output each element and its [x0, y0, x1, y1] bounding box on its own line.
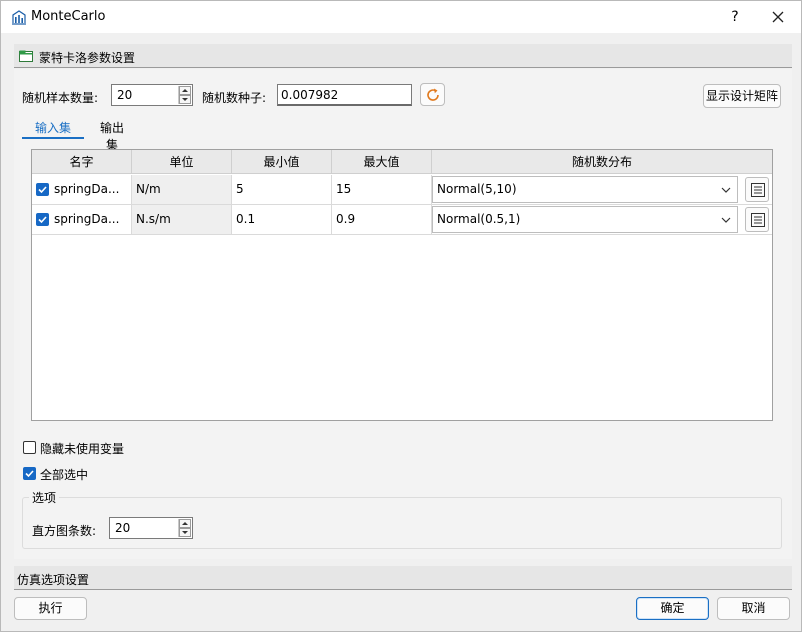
variables-table: 名字 单位 最小值 最大值 随机数分布 springDa... N/m 5 15 — [31, 149, 773, 421]
histogram-bins-value: 20 — [115, 521, 131, 535]
column-header-unit: 单位 — [132, 150, 232, 174]
row-checkbox[interactable] — [36, 183, 49, 196]
cancel-button[interactable]: 取消 — [717, 597, 790, 620]
distribution-select[interactable]: Normal(0.5,1) — [432, 206, 738, 233]
table-row[interactable]: springDa... N.s/m 0.1 0.9 Normal(0.5,1) — [32, 205, 772, 235]
select-all-label: 全部选中 — [40, 468, 89, 482]
cell-name: springDa... — [32, 175, 132, 204]
column-header-min: 最小值 — [232, 150, 332, 174]
distribution-select[interactable]: Normal(5,10) — [432, 176, 738, 203]
select-all-checkbox[interactable] — [23, 467, 36, 480]
ok-button[interactable]: 确定 — [636, 597, 709, 620]
section-header-simulation[interactable]: 仿真选项设置 — [14, 566, 792, 590]
close-icon — [772, 11, 784, 23]
sample-count-label: 随机样本数量: — [22, 91, 99, 105]
show-design-matrix-button[interactable]: 显示设计矩阵 — [703, 84, 781, 108]
cell-unit: N.s/m — [132, 205, 232, 234]
seed-input[interactable]: 0.007982 — [277, 84, 412, 106]
options-group: 选项 直方图条数: 20 — [22, 489, 782, 549]
help-button[interactable]: ? — [725, 7, 745, 27]
tab-output-set[interactable]: 输出集 — [84, 117, 140, 152]
sample-count-spinbox[interactable]: 20 — [111, 84, 193, 106]
cell-unit: N/m — [132, 175, 232, 204]
title-bar: MonteCarlo ? — [1, 1, 801, 33]
histogram-bins-label: 直方图条数: — [32, 524, 97, 538]
window-title: MonteCarlo — [31, 9, 106, 24]
cell-max[interactable]: 0.9 — [332, 205, 432, 234]
cell-min[interactable]: 5 — [232, 175, 332, 204]
options-group-title: 选项 — [29, 489, 60, 506]
distribution-value: Normal(5,10) — [437, 182, 517, 196]
cell-max[interactable]: 15 — [332, 175, 432, 204]
spin-down-icon[interactable] — [179, 528, 191, 537]
section-title-params: 蒙特卡洛参数设置 — [39, 51, 136, 65]
spin-down-icon[interactable] — [179, 95, 191, 104]
table-header: 名字 单位 最小值 最大值 随机数分布 — [32, 150, 772, 174]
hide-unused-checkbox[interactable] — [23, 441, 36, 454]
cell-min[interactable]: 0.1 — [232, 205, 332, 234]
folder-icon — [18, 48, 34, 64]
chevron-down-icon — [721, 187, 731, 193]
sample-count-value: 20 — [117, 88, 133, 102]
section-title-simulation: 仿真选项设置 — [17, 573, 90, 587]
montecarlo-dialog: MonteCarlo ? 蒙特卡洛参数设置 随机样本数量: 20 随机数种子: … — [0, 0, 802, 632]
spin-up-icon[interactable] — [179, 86, 191, 95]
distribution-detail-button[interactable] — [745, 177, 769, 202]
spin-up-icon[interactable] — [179, 519, 191, 528]
row-checkbox[interactable] — [36, 213, 49, 226]
params-panel: 随机样本数量: 20 随机数种子: 0.007982 显示设计矩阵 输入集 输出… — [14, 69, 792, 559]
seed-label: 随机数种子: — [202, 91, 267, 105]
table-row[interactable]: springDa... N/m 5 15 Normal(5,10) — [32, 175, 772, 205]
refresh-seed-button[interactable] — [420, 83, 445, 106]
bar-chart-icon — [11, 9, 27, 25]
cell-name: springDa... — [32, 205, 132, 234]
chevron-down-icon — [721, 217, 731, 223]
hide-unused-label: 隐藏未使用变量 — [40, 442, 125, 456]
refresh-icon — [427, 88, 439, 101]
list-icon — [751, 213, 765, 227]
column-header-name: 名字 — [32, 150, 132, 174]
close-button[interactable] — [767, 7, 789, 27]
section-header-params[interactable]: 蒙特卡洛参数设置 — [14, 44, 792, 68]
distribution-value: Normal(0.5,1) — [437, 212, 521, 226]
run-button[interactable]: 执行 — [14, 597, 87, 620]
histogram-bins-spinbox[interactable]: 20 — [109, 517, 193, 539]
distribution-detail-button[interactable] — [745, 207, 769, 232]
list-icon — [751, 183, 765, 197]
column-header-max: 最大值 — [332, 150, 432, 174]
column-header-distribution: 随机数分布 — [571, 155, 632, 169]
seed-value: 0.007982 — [281, 88, 339, 102]
tab-input-set[interactable]: 输入集 — [22, 117, 84, 139]
